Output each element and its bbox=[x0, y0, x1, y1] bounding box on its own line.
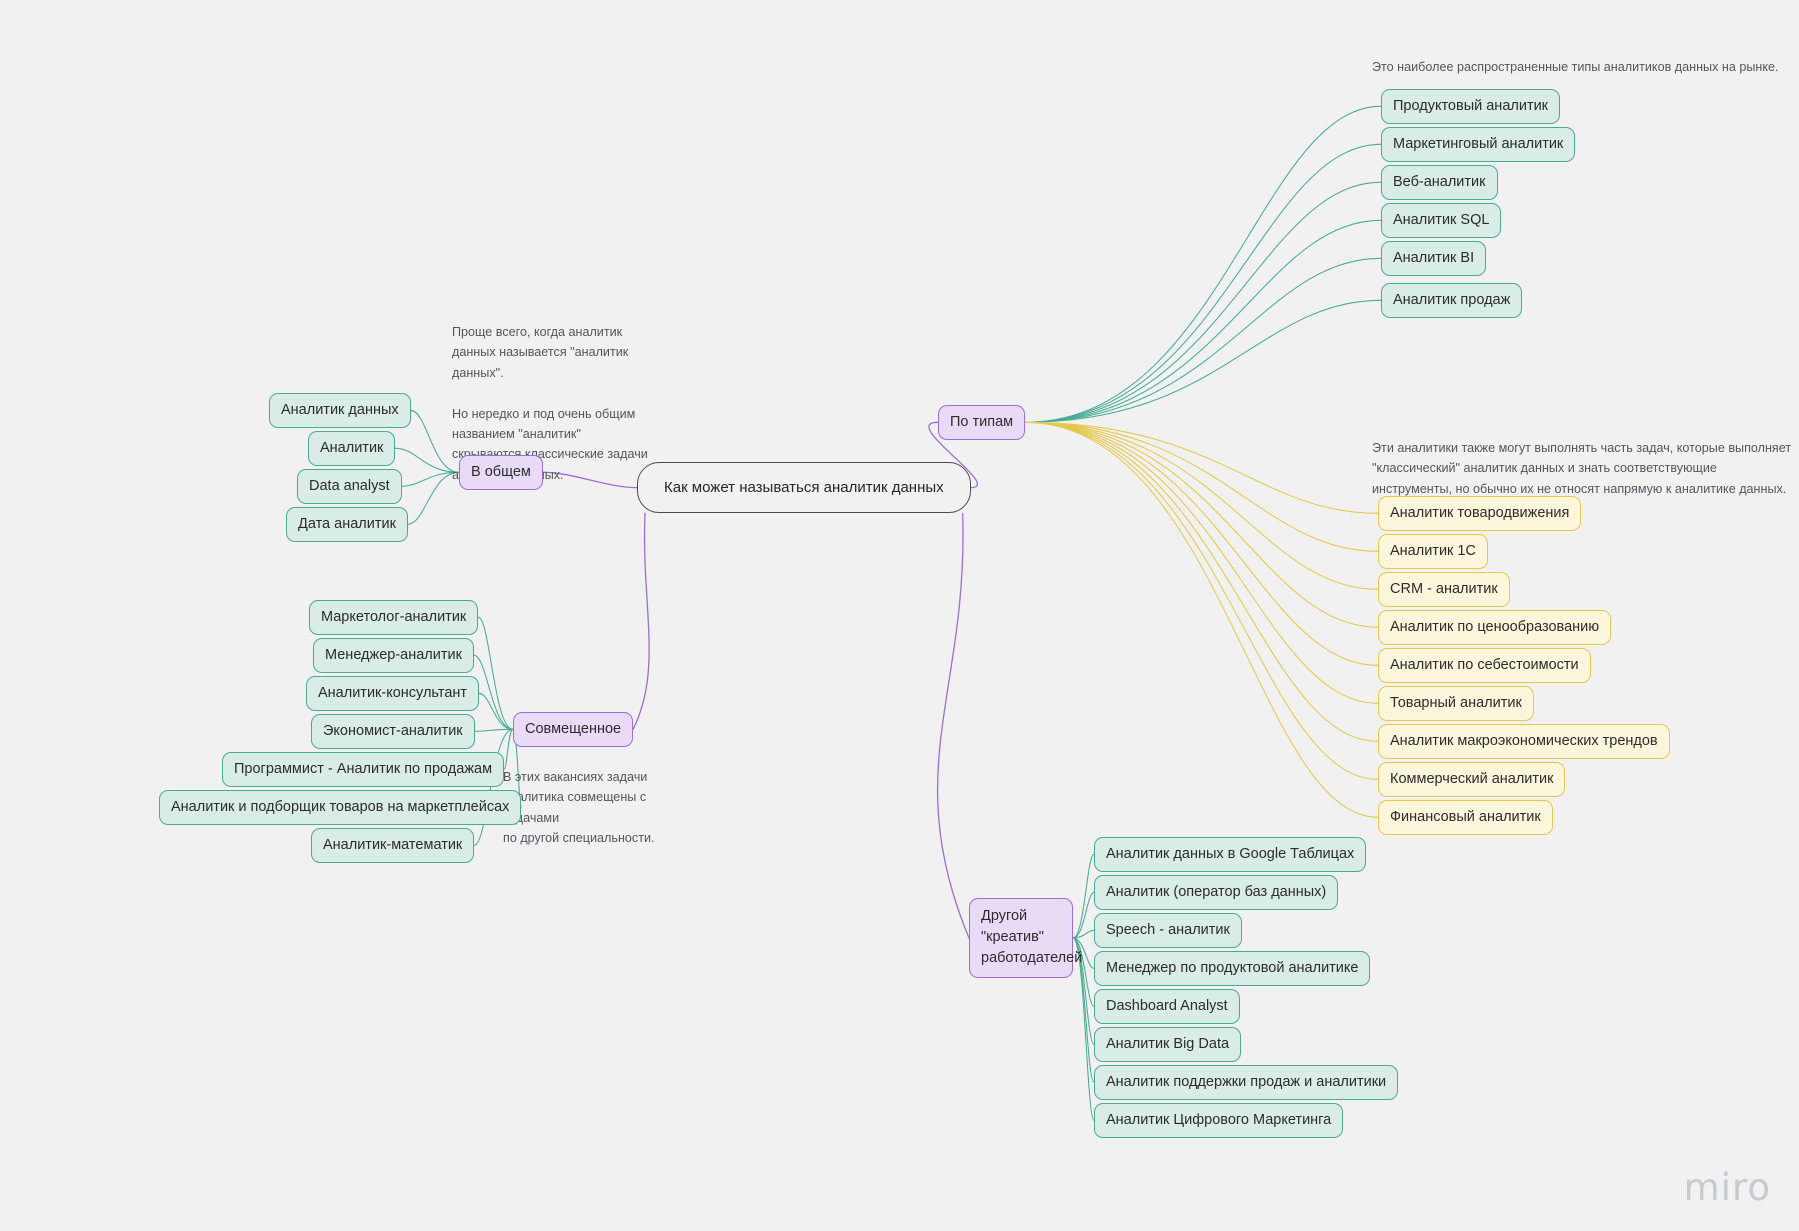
leaf-v-obshchem-2[interactable]: Data analyst bbox=[297, 469, 402, 504]
leaf-drugoy-kreativ-5[interactable]: Аналитик Big Data bbox=[1094, 1027, 1242, 1062]
leaf-sovmeshchennoe-2[interactable]: Аналитик-консультант bbox=[306, 676, 480, 711]
branch-node-po-tipam[interactable]: По типам bbox=[938, 405, 1026, 440]
root-node[interactable]: Как может называться аналитик данных bbox=[637, 462, 971, 514]
leaf-drugoy-kreativ-2[interactable]: Speech - аналитик bbox=[1094, 913, 1242, 948]
leaf-po-tipam-yellow-0[interactable]: Аналитик товародвижения bbox=[1378, 496, 1582, 531]
note-po-tipam-green: Это наиболее распространенные типы анали… bbox=[1372, 60, 1779, 74]
note-sovmeshchennoe: В этих вакансиях задачи аналитика совмещ… bbox=[503, 770, 655, 846]
leaf-v-obshchem-1[interactable]: Аналитик bbox=[308, 431, 396, 466]
leaf-sovmeshchennoe-3[interactable]: Экономист-аналитик bbox=[311, 714, 475, 749]
leaf-po-tipam-yellow-8[interactable]: Финансовый аналитик bbox=[1378, 800, 1553, 835]
miro-watermark: miro bbox=[1683, 1166, 1771, 1209]
leaf-sovmeshchennoe-4[interactable]: Программист - Аналитик по продажам bbox=[222, 752, 505, 787]
leaf-po-tipam-green-0[interactable]: Продуктовый аналитик bbox=[1381, 89, 1561, 124]
leaf-drugoy-kreativ-7[interactable]: Аналитик Цифрового Маркетинга bbox=[1094, 1103, 1344, 1138]
leaf-po-tipam-green-3[interactable]: Аналитик SQL bbox=[1381, 203, 1502, 238]
leaf-po-tipam-yellow-2[interactable]: CRM - аналитик bbox=[1378, 572, 1510, 607]
branch-node-v-obshchem[interactable]: В общем bbox=[459, 455, 543, 490]
leaf-v-obshchem-0[interactable]: Аналитик данных bbox=[269, 393, 411, 428]
leaf-po-tipam-green-2[interactable]: Веб-аналитик bbox=[1381, 165, 1498, 200]
leaf-po-tipam-yellow-3[interactable]: Аналитик по ценообразованию bbox=[1378, 610, 1612, 645]
leaf-po-tipam-green-1[interactable]: Маркетинговый аналитик bbox=[1381, 127, 1576, 162]
leaf-drugoy-kreativ-4[interactable]: Dashboard Analyst bbox=[1094, 989, 1240, 1024]
leaf-sovmeshchennoe-5[interactable]: Аналитик и подборщик товаров на маркетпл… bbox=[159, 790, 522, 825]
leaf-po-tipam-yellow-6[interactable]: Аналитик макроэкономических трендов bbox=[1378, 724, 1670, 759]
leaf-drugoy-kreativ-3[interactable]: Менеджер по продуктовой аналитике bbox=[1094, 951, 1371, 986]
note-po-tipam-yellow: Эти аналитики также могут выполнять част… bbox=[1372, 441, 1792, 496]
leaf-v-obshchem-3[interactable]: Дата аналитик bbox=[286, 507, 408, 542]
leaf-po-tipam-yellow-5[interactable]: Товарный аналитик bbox=[1378, 686, 1534, 721]
leaf-drugoy-kreativ-0[interactable]: Аналитик данных в Google Таблицах bbox=[1094, 837, 1367, 872]
leaf-drugoy-kreativ-6[interactable]: Аналитик поддержки продаж и аналитики bbox=[1094, 1065, 1399, 1100]
leaf-sovmeshchennoe-6[interactable]: Аналитик-математик bbox=[311, 828, 475, 863]
mindmap-canvas[interactable]: Как может называться аналитик данных В о… bbox=[0, 0, 1799, 1231]
leaf-sovmeshchennoe-1[interactable]: Менеджер-аналитик bbox=[313, 638, 474, 673]
leaf-po-tipam-green-4[interactable]: Аналитик BI bbox=[1381, 241, 1487, 276]
leaf-po-tipam-yellow-4[interactable]: Аналитик по себестоимости bbox=[1378, 648, 1591, 683]
leaf-po-tipam-yellow-7[interactable]: Коммерческий аналитик bbox=[1378, 762, 1566, 797]
branch-node-sovmeshchennoe[interactable]: Совмещенное bbox=[513, 712, 634, 747]
leaf-drugoy-kreativ-1[interactable]: Аналитик (оператор баз данных) bbox=[1094, 875, 1339, 910]
leaf-sovmeshchennoe-0[interactable]: Маркетолог-аналитик bbox=[309, 600, 479, 635]
leaf-po-tipam-green-5[interactable]: Аналитик продаж bbox=[1381, 283, 1523, 318]
leaf-po-tipam-yellow-1[interactable]: Аналитик 1С bbox=[1378, 534, 1488, 569]
branch-node-drugoy-kreativ[interactable]: Другой "креатив" работодателей bbox=[969, 898, 1082, 979]
